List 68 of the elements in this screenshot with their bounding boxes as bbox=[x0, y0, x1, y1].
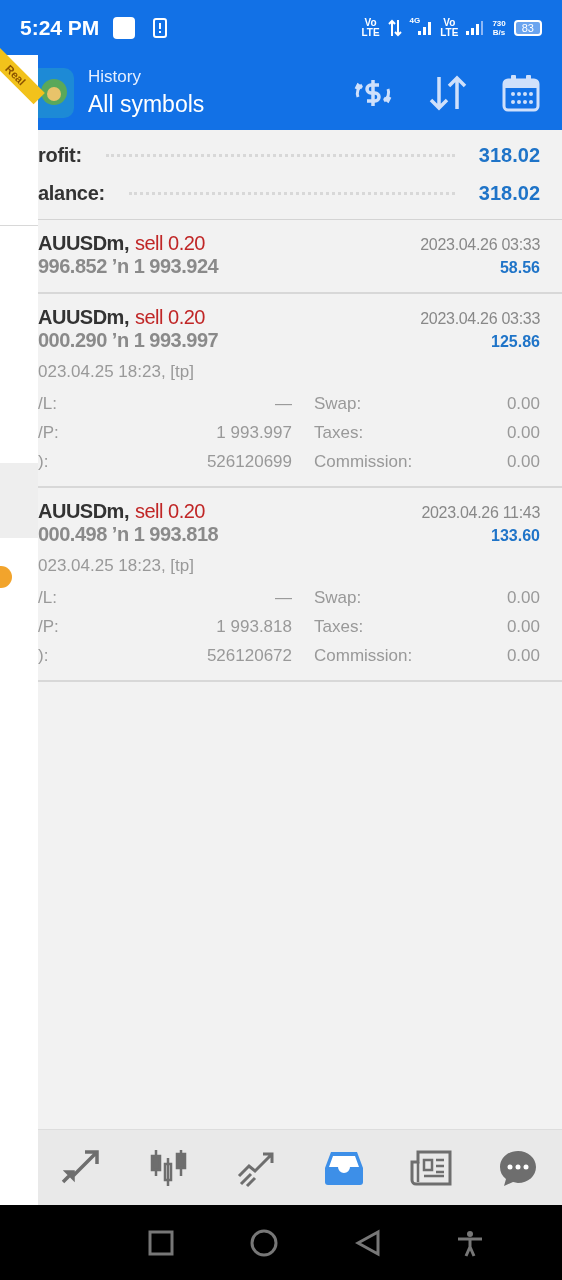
deal-time: 2023.04.26 11:43 bbox=[421, 504, 540, 522]
signal-icon bbox=[466, 20, 485, 35]
detail-label: /L: bbox=[38, 588, 58, 608]
deal-side: sell 0.20 bbox=[134, 232, 205, 255]
screen-subtitle: History bbox=[88, 67, 142, 87]
recents-button-icon[interactable] bbox=[147, 1229, 174, 1256]
detail-label: Commission: bbox=[314, 646, 413, 666]
accessibility-icon[interactable] bbox=[456, 1228, 485, 1257]
detail-value: 526120672 bbox=[205, 646, 292, 666]
detail-label: /L: bbox=[38, 394, 58, 414]
sort-icon[interactable] bbox=[428, 74, 468, 111]
phone-alert-icon bbox=[153, 17, 168, 38]
detail-value: 526120699 bbox=[205, 452, 292, 472]
symbol-filter[interactable]: All symbols bbox=[88, 91, 205, 118]
notification-icon bbox=[113, 16, 136, 39]
open-time: 023.04.25 18:23, [tp] bbox=[38, 556, 195, 576]
network-label: 4G bbox=[409, 16, 421, 25]
detail-value: — bbox=[274, 588, 292, 608]
deal-symbol: AUUSDm, bbox=[38, 306, 129, 329]
deal-prices: 000.498 ’n 1 993.818 bbox=[38, 523, 219, 546]
detail-label: /P: bbox=[38, 423, 60, 443]
deal-side: sell 0.20 bbox=[134, 500, 205, 523]
speed-label: 730 B/s bbox=[492, 18, 506, 37]
deal-prices: 996.852 ’n 1 993.924 bbox=[38, 255, 219, 278]
detail-value: 0.00 bbox=[506, 617, 540, 637]
deal-row[interactable]: AUUSDm, sell 0.20 2023.04.26 03:33 000.290 ’n 1 993.997 125.86 023.04.25 18:23, [tp] /L: — Swap: 0.00 /P: 1 993.997 Taxes: 0.00 ): 526120699 Commission: 0.00 bbox=[38, 294, 562, 488]
detail-value: 0.00 bbox=[506, 423, 540, 443]
detail-label: Taxes: bbox=[314, 423, 364, 443]
volte-label: Vo LTE bbox=[440, 17, 459, 38]
deal-prices: 000.290 ’n 1 993.997 bbox=[38, 329, 219, 352]
deal-time: 2023.04.26 03:33 bbox=[420, 236, 540, 254]
summary-label: alance: bbox=[38, 182, 105, 205]
summary-value: 318.02 bbox=[478, 144, 540, 167]
detail-label: Taxes: bbox=[314, 617, 364, 637]
detail-value: 0.00 bbox=[506, 646, 540, 666]
deal-profit: 133.60 bbox=[491, 527, 540, 545]
deal-side: sell 0.20 bbox=[134, 306, 205, 329]
signal-icon bbox=[418, 20, 433, 35]
home-button-icon[interactable] bbox=[249, 1227, 280, 1258]
detail-label: ): bbox=[38, 646, 50, 666]
summary-value: 318.02 bbox=[478, 182, 540, 205]
detail-label: ): bbox=[38, 452, 50, 472]
app-logo-icon bbox=[38, 67, 76, 118]
data-arrows-icon bbox=[387, 18, 402, 37]
detail-value: 0.00 bbox=[506, 588, 540, 608]
back-button-icon[interactable] bbox=[354, 1228, 381, 1257]
detail-value: 1 993.818 bbox=[215, 617, 292, 637]
detail-value: — bbox=[274, 394, 292, 414]
deal-row[interactable]: AUUSDm, sell 0.20 2023.04.26 11:43 000.498 ’n 1 993.818 133.60 023.04.25 18:23, [tp] /L: — Swap: 0.00 /P: 1 993.818 Taxes: 0.00 ): 526120672 Commission: 0.00 bbox=[38, 488, 562, 682]
detail-label: Commission: bbox=[314, 452, 413, 472]
deal-profit: 125.86 bbox=[491, 333, 540, 351]
clock-time: 5:24 PM bbox=[20, 15, 100, 40]
deal-symbol: AUUSDm, bbox=[38, 232, 129, 255]
summary-label: rofit: bbox=[38, 144, 82, 167]
deal-profit: 58.56 bbox=[499, 259, 540, 277]
deal-symbol: AUUSDm, bbox=[38, 500, 129, 523]
detail-label: Swap: bbox=[314, 394, 362, 414]
deal-time: 2023.04.26 03:33 bbox=[420, 310, 540, 328]
detail-value: 0.00 bbox=[506, 394, 540, 414]
deal-row[interactable]: AUUSDm, sell 0.20 2023.04.26 03:33 996.852 ’n 1 993.924 58.56 bbox=[38, 220, 562, 294]
calendar-icon[interactable] bbox=[502, 73, 540, 112]
detail-value: 1 993.997 bbox=[215, 423, 292, 443]
volte-label: Vo LTE bbox=[361, 17, 380, 38]
detail-value: 0.00 bbox=[506, 452, 540, 472]
battery-level: 83 bbox=[513, 19, 542, 36]
open-time: 023.04.25 18:23, [tp] bbox=[38, 362, 195, 382]
detail-label: /P: bbox=[38, 617, 60, 637]
detail-label: Swap: bbox=[314, 588, 362, 608]
